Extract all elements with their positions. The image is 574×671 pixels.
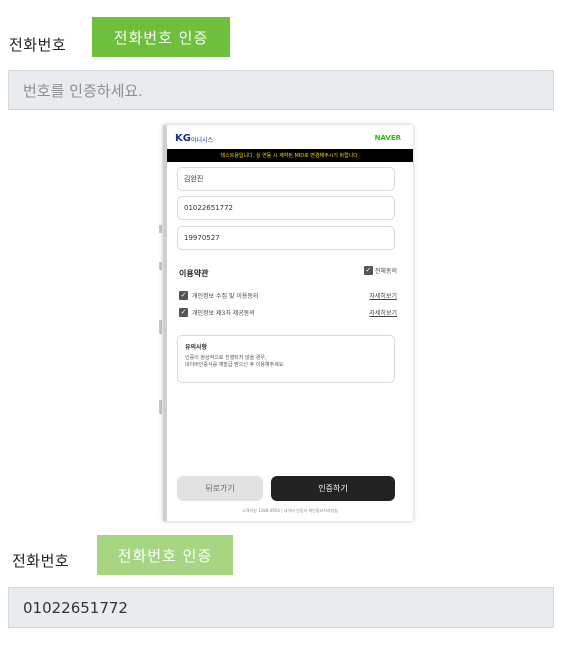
phone-field[interactable]: 01022651772	[177, 196, 395, 220]
birth-field[interactable]: 19970527	[177, 226, 395, 250]
kg-logo: KG	[175, 133, 191, 144]
auth-popup: KG 이니시스 NAVER 테스트용입니다. 실 연동 시 계약된 MID로 변…	[163, 125, 413, 521]
verify-phone-button-bottom[interactable]: 전화번호 인증	[97, 535, 233, 575]
checkbox-checked-icon: ✓	[363, 266, 373, 275]
verify-phone-button-top[interactable]: 전화번호 인증	[92, 17, 230, 57]
checkbox-checked-icon[interactable]: ✓	[179, 290, 188, 300]
term-label: 개인정보 제3자 제공동의	[192, 309, 255, 317]
background-mark	[159, 262, 162, 270]
notice-text: 인증이 정상적으로 진행되지 않을 경우, 네이버인증서를 재발급 받으신 후 …	[185, 355, 387, 369]
popup-header: KG 이니시스 NAVER	[163, 125, 413, 147]
notice-line: 인증이 정상적으로 진행되지 않을 경우,	[185, 355, 267, 361]
notice-line: 네이버인증서를 재발급 받으신 후 이용해주세요.	[185, 362, 285, 368]
phone-label-top: 전화번호	[9, 36, 67, 54]
test-banner: 테스트용입니다. 실 연동 시 계약된 MID로 변경해주시기 바랍니다.	[167, 149, 413, 162]
term-view-link[interactable]: 자세히보기	[369, 308, 397, 317]
popup-edge	[163, 125, 167, 521]
authenticate-button[interactable]: 인증하기	[271, 476, 395, 501]
agree-all-checkbox[interactable]: ✓ 전체동의	[363, 266, 397, 275]
naver-logo: NAVER	[374, 134, 401, 142]
terms-title: 이용약관	[179, 269, 209, 278]
agree-all-label: 전체동의	[374, 268, 397, 275]
kg-logo-sub: 이니시스	[191, 137, 214, 144]
phone-input-bottom[interactable]: 01022651772	[8, 587, 554, 628]
notice-box: 유의사항 인증이 정상적으로 진행되지 않을 경우, 네이버인증서를 재발급 받…	[177, 335, 395, 383]
background-mark	[159, 400, 162, 414]
popup-footer: 고객지원 1588-4954 | 네이버 인증서 개인정보처리방침	[242, 508, 338, 513]
term-row[interactable]: ✓ 개인정보 수집 및 이용동의 자세히보기	[179, 290, 397, 300]
back-button[interactable]: 뒤로가기	[177, 476, 263, 501]
term-label: 개인정보 수집 및 이용동의	[192, 292, 259, 300]
term-row[interactable]: ✓ 개인정보 제3자 제공동의 자세히보기	[179, 307, 397, 317]
phone-input-top[interactable]: 번호를 인증하세요.	[8, 70, 554, 110]
phone-label-bottom: 전화번호	[12, 552, 70, 570]
background-mark	[159, 320, 162, 334]
notice-title: 유의사항	[185, 344, 208, 351]
term-view-link[interactable]: 자세히보기	[369, 291, 397, 300]
checkbox-checked-icon[interactable]: ✓	[179, 307, 188, 317]
background-mark	[159, 225, 162, 233]
name-field[interactable]: 김완진	[177, 167, 395, 191]
